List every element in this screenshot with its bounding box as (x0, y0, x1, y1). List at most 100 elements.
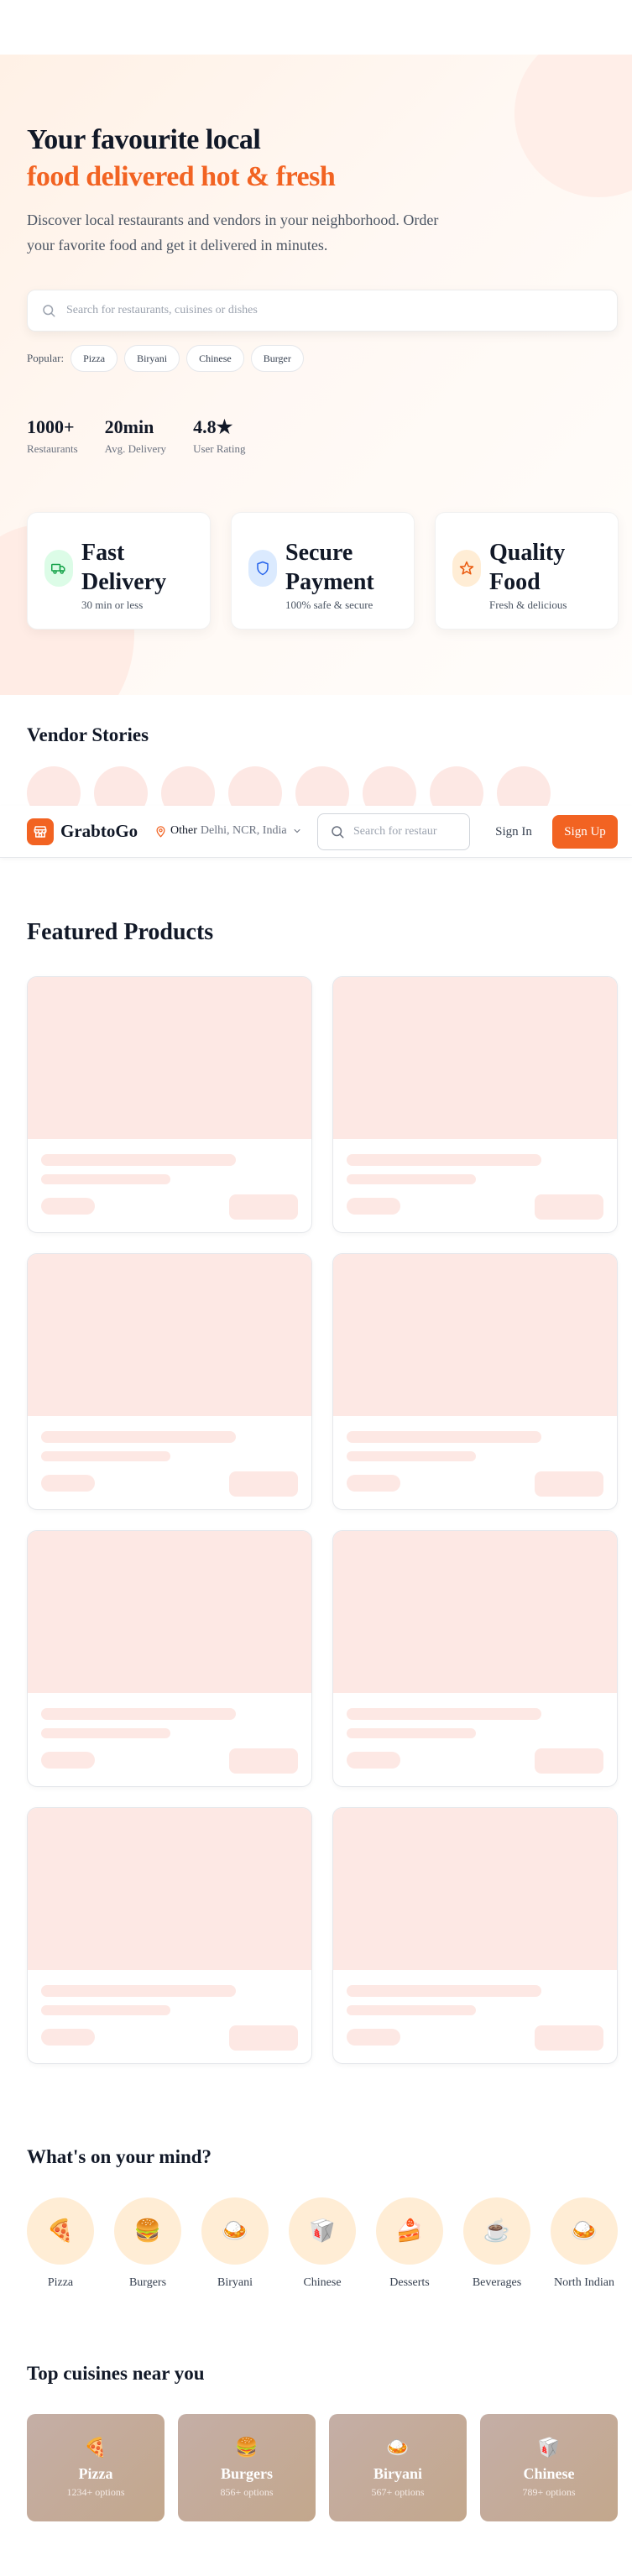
cuisine-name: Biryani (373, 2465, 422, 2482)
skeleton-line (347, 2005, 476, 2015)
skeleton-button (535, 1748, 603, 1774)
skeleton-line (41, 1431, 236, 1443)
sign-in-button[interactable]: Sign In (490, 813, 537, 850)
skeleton-price (41, 1475, 95, 1492)
location-area: Delhi, NCR, India (200, 824, 287, 837)
category-label: Desserts (389, 2276, 430, 2289)
cuisine-card-biryani[interactable]: 🍛 Biryani 567+ options (329, 2414, 467, 2521)
skeleton-image (28, 1808, 311, 1970)
popular-chip-chinese[interactable]: Chinese (186, 345, 244, 372)
stat-label: Avg. Delivery (104, 442, 167, 455)
product-card-skeleton (332, 1530, 618, 1787)
category-chinese[interactable]: 🥡 Chinese (289, 2197, 356, 2290)
category-biryani[interactable]: 🍛 Biryani (201, 2197, 269, 2290)
stat-label: User Rating (193, 442, 246, 455)
skeleton-image (333, 1808, 617, 1970)
skeleton-button (229, 1471, 298, 1497)
burger-icon: 🍔 (114, 2197, 181, 2265)
truck-icon (44, 550, 73, 587)
cuisine-name: Chinese (523, 2465, 575, 2482)
skeleton-price (41, 1198, 95, 1215)
category-label: Burgers (128, 2276, 167, 2289)
featured-products-title: Featured Products (27, 919, 214, 945)
skeleton-price (41, 1752, 95, 1769)
location-selector[interactable]: Other Delhi, NCR, India (154, 824, 302, 838)
rice-bowl-icon: 🍛 (386, 2437, 410, 2458)
store-icon[interactable] (27, 818, 54, 845)
cuisine-card-pizza[interactable]: 🍕 Pizza 1234+ options (27, 2414, 165, 2521)
cake-icon: 🍰 (376, 2197, 443, 2265)
popular-chip-burger[interactable]: Burger (250, 345, 304, 372)
location-name: Other (170, 824, 197, 837)
brand-name[interactable]: GrabtoGo (60, 821, 138, 842)
skeleton-button (229, 1194, 298, 1220)
search-icon (332, 826, 344, 839)
skeleton-button (229, 2025, 298, 2051)
skeleton-image (333, 977, 617, 1139)
stat-value: 1000+ (27, 416, 75, 437)
skeleton-line (41, 1154, 236, 1166)
popular-chip-biryani[interactable]: Biryani (124, 345, 180, 372)
stat-rating: 4.8★ User Rating (193, 415, 245, 456)
category-north-indian[interactable]: 🍛 North Indian (551, 2197, 618, 2290)
cuisine-count: 567+ options (371, 2486, 425, 2498)
pizza-icon: 🍕 (27, 2197, 94, 2265)
category-label: Pizza (47, 2276, 74, 2289)
skeleton-button (229, 1748, 298, 1774)
hero-search-bar[interactable] (27, 290, 618, 332)
skeleton-line (41, 1451, 170, 1461)
stat-delivery: 20min Avg. Delivery (105, 415, 166, 456)
skeleton-image (28, 1531, 311, 1693)
category-beverages[interactable]: ☕ Beverages (463, 2197, 530, 2290)
skeleton-line (41, 1174, 170, 1184)
product-card-skeleton (332, 1253, 618, 1510)
skeleton-line (347, 1154, 541, 1166)
cuisine-card-chinese[interactable]: 🥡 Chinese 789+ options (480, 2414, 618, 2521)
popular-label: Popular: (27, 352, 65, 364)
product-card-skeleton (27, 1807, 312, 2064)
burger-icon: 🍔 (235, 2437, 259, 2458)
stat-value: 20min (104, 416, 154, 437)
skeleton-price (347, 1475, 400, 1492)
sign-up-button[interactable]: Sign Up (552, 815, 618, 849)
product-card-skeleton (27, 1530, 312, 1787)
cuisine-count: 789+ options (522, 2486, 576, 2498)
skeleton-line (41, 1708, 236, 1720)
whats-on-your-mind-title: What's on your mind? (27, 2146, 212, 2167)
category-desserts[interactable]: 🍰 Desserts (376, 2197, 443, 2290)
top-cuisines-title: Top cuisines near you (27, 2363, 205, 2384)
skeleton-button (535, 1471, 603, 1497)
category-pizza[interactable]: 🍕 Pizza (27, 2197, 94, 2290)
feature-subtitle: 30 min or less (81, 598, 144, 611)
vendor-stories-title: Vendor Stories (27, 724, 149, 745)
stat-value: 4.8★ (193, 416, 233, 437)
skeleton-line (347, 1708, 541, 1720)
top-navbar: GrabtoGo Other Delhi, NCR, India Sign In… (0, 806, 632, 858)
cuisine-count: 1234+ options (66, 2486, 125, 2498)
skeleton-line (347, 1174, 476, 1184)
skeleton-image (333, 1254, 617, 1416)
star-icon (452, 550, 481, 587)
popular-chip-pizza[interactable]: Pizza (71, 345, 118, 372)
coffee-cup-icon: ☕ (463, 2197, 530, 2265)
hero-search-input[interactable] (66, 304, 570, 317)
cuisine-name: Burgers (221, 2465, 273, 2482)
product-card-skeleton (332, 1807, 618, 2064)
skeleton-line (347, 1431, 541, 1443)
cuisine-cards-row: 🍕 Pizza 1234+ options 🍔 Burgers 856+ opt… (27, 2414, 618, 2521)
navbar-search-input[interactable] (353, 825, 437, 839)
skeleton-price (347, 1752, 400, 1769)
curry-icon: 🍛 (551, 2197, 618, 2265)
cuisine-card-burgers[interactable]: 🍔 Burgers 856+ options (178, 2414, 316, 2521)
category-label: Biryani (217, 2276, 253, 2289)
feature-subtitle: 100% safe & secure (285, 598, 373, 611)
hero-title-line-2: food delivered hot & fresh (27, 161, 336, 192)
skeleton-line (347, 1728, 476, 1738)
feature-title: Quality Food (489, 540, 566, 595)
hero-description: Discover local restaurants and vendors i… (27, 212, 439, 253)
navbar-search-bar[interactable] (317, 813, 470, 850)
category-burgers[interactable]: 🍔 Burgers (114, 2197, 181, 2290)
product-card-skeleton (27, 1253, 312, 1510)
cuisine-count: 856+ options (220, 2486, 274, 2498)
map-pin-icon (156, 825, 165, 837)
